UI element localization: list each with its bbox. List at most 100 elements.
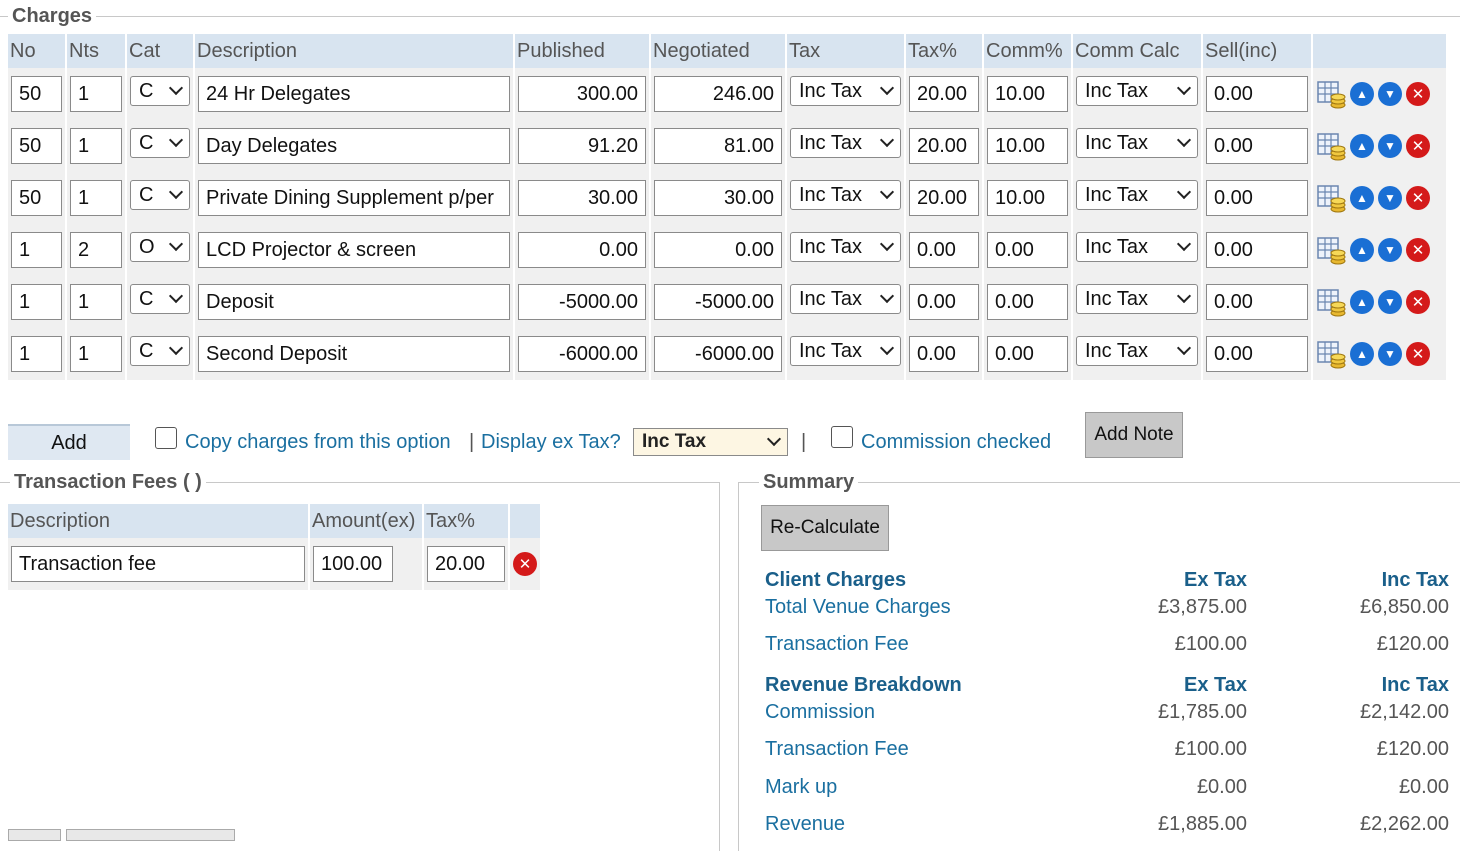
commission-checked-label[interactable]: Commission checked	[861, 431, 1051, 454]
calculator-icon[interactable]	[1316, 287, 1346, 317]
move-up-icon[interactable]: ▲	[1350, 82, 1374, 106]
no-input[interactable]: 1	[11, 232, 62, 268]
comm-calc-select[interactable]: Inc Tax	[1076, 76, 1198, 106]
display-tax-select[interactable]: Inc Tax	[633, 428, 788, 456]
negotiated-input[interactable]: -6000.00	[654, 336, 782, 372]
no-input[interactable]: 1	[11, 284, 62, 320]
move-down-icon[interactable]: ▼	[1378, 290, 1402, 314]
negotiated-input[interactable]: 81.00	[654, 128, 782, 164]
category-select[interactable]: C	[130, 76, 190, 106]
nights-input[interactable]: 1	[70, 76, 122, 112]
negotiated-input[interactable]: 246.00	[654, 76, 782, 112]
tax-pct-input[interactable]: 0.00	[909, 232, 979, 268]
calculator-icon[interactable]	[1316, 235, 1346, 265]
nights-input[interactable]: 1	[70, 284, 122, 320]
commission-checked-checkbox[interactable]	[831, 426, 853, 448]
comm-pct-input[interactable]: 10.00	[987, 180, 1068, 216]
delete-icon[interactable]: ✕	[1406, 290, 1430, 314]
description-input[interactable]: Day Delegates	[198, 128, 510, 164]
tx-amount-input[interactable]: 100.00	[313, 546, 393, 582]
tax-select[interactable]: Inc Tax	[790, 284, 901, 314]
published-input[interactable]: -6000.00	[518, 336, 646, 372]
tax-select[interactable]: Inc Tax	[790, 180, 901, 210]
category-select[interactable]: C	[130, 180, 190, 210]
move-up-icon[interactable]: ▲	[1350, 290, 1374, 314]
comm-calc-select[interactable]: Inc Tax	[1076, 336, 1198, 366]
tax-pct-input[interactable]: 0.00	[909, 284, 979, 320]
move-down-icon[interactable]: ▼	[1378, 82, 1402, 106]
sell-input[interactable]: 0.00	[1206, 128, 1308, 164]
add-note-button[interactable]: Add Note	[1085, 412, 1183, 458]
tax-pct-input[interactable]: 20.00	[909, 128, 979, 164]
delete-icon[interactable]: ✕	[1406, 238, 1430, 262]
sell-input[interactable]: 0.00	[1206, 336, 1308, 372]
move-down-icon[interactable]: ▼	[1378, 186, 1402, 210]
tx-tax-pct-input[interactable]: 20.00	[427, 546, 505, 582]
move-up-icon[interactable]: ▲	[1350, 238, 1374, 262]
published-input[interactable]: -5000.00	[518, 284, 646, 320]
cutoff-button[interactable]	[8, 829, 61, 841]
comm-pct-input[interactable]: 10.00	[987, 76, 1068, 112]
sell-input[interactable]: 0.00	[1206, 284, 1308, 320]
recalculate-button[interactable]: Re-Calculate	[761, 505, 889, 551]
copy-charges-checkbox[interactable]	[155, 427, 177, 449]
sell-input[interactable]: 0.00	[1206, 180, 1308, 216]
calculator-icon[interactable]	[1316, 131, 1346, 161]
tax-pct-input[interactable]: 20.00	[909, 76, 979, 112]
delete-icon[interactable]: ✕	[1406, 186, 1430, 210]
negotiated-input[interactable]: 30.00	[654, 180, 782, 216]
comm-pct-input[interactable]: 10.00	[987, 128, 1068, 164]
comm-calc-select[interactable]: Inc Tax	[1076, 180, 1198, 210]
tax-select[interactable]: Inc Tax	[790, 76, 901, 106]
published-input[interactable]: 30.00	[518, 180, 646, 216]
no-input[interactable]: 50	[11, 76, 62, 112]
nights-input[interactable]: 2	[70, 232, 122, 268]
nights-input[interactable]: 1	[70, 128, 122, 164]
delete-icon[interactable]: ✕	[513, 552, 537, 576]
calculator-icon[interactable]	[1316, 79, 1346, 109]
delete-icon[interactable]: ✕	[1406, 82, 1430, 106]
nights-input[interactable]: 1	[70, 336, 122, 372]
move-up-icon[interactable]: ▲	[1350, 342, 1374, 366]
description-input[interactable]: 24 Hr Delegates	[198, 76, 510, 112]
sell-input[interactable]: 0.00	[1206, 76, 1308, 112]
move-up-icon[interactable]: ▲	[1350, 186, 1374, 210]
sell-input[interactable]: 0.00	[1206, 232, 1308, 268]
move-down-icon[interactable]: ▼	[1378, 134, 1402, 158]
negotiated-input[interactable]: 0.00	[654, 232, 782, 268]
category-select[interactable]: C	[130, 284, 190, 314]
tx-description-input[interactable]: Transaction fee	[11, 546, 305, 582]
description-input[interactable]: Deposit	[198, 284, 510, 320]
calculator-icon[interactable]	[1316, 339, 1346, 369]
move-up-icon[interactable]: ▲	[1350, 134, 1374, 158]
move-down-icon[interactable]: ▼	[1378, 342, 1402, 366]
nights-input[interactable]: 1	[70, 180, 122, 216]
calculator-icon[interactable]	[1316, 183, 1346, 213]
cutoff-button[interactable]	[66, 829, 235, 841]
add-charge-button[interactable]: Add	[8, 424, 130, 460]
description-input[interactable]: LCD Projector & screen	[198, 232, 510, 268]
copy-charges-label[interactable]: Copy charges from this option	[185, 431, 451, 454]
delete-icon[interactable]: ✕	[1406, 342, 1430, 366]
description-input[interactable]: Second Deposit	[198, 336, 510, 372]
description-input[interactable]: Private Dining Supplement p/per	[198, 180, 510, 216]
no-input[interactable]: 50	[11, 128, 62, 164]
category-select[interactable]: C	[130, 128, 190, 158]
negotiated-input[interactable]: -5000.00	[654, 284, 782, 320]
published-input[interactable]: 300.00	[518, 76, 646, 112]
comm-calc-select[interactable]: Inc Tax	[1076, 128, 1198, 158]
tax-pct-input[interactable]: 0.00	[909, 336, 979, 372]
tax-pct-input[interactable]: 20.00	[909, 180, 979, 216]
no-input[interactable]: 50	[11, 180, 62, 216]
comm-calc-select[interactable]: Inc Tax	[1076, 232, 1198, 262]
published-input[interactable]: 91.20	[518, 128, 646, 164]
comm-calc-select[interactable]: Inc Tax	[1076, 284, 1198, 314]
tax-select[interactable]: Inc Tax	[790, 232, 901, 262]
no-input[interactable]: 1	[11, 336, 62, 372]
comm-pct-input[interactable]: 0.00	[987, 232, 1068, 268]
tax-select[interactable]: Inc Tax	[790, 128, 901, 158]
comm-pct-input[interactable]: 0.00	[987, 336, 1068, 372]
comm-pct-input[interactable]: 0.00	[987, 284, 1068, 320]
category-select[interactable]: C	[130, 336, 190, 366]
tax-select[interactable]: Inc Tax	[790, 336, 901, 366]
